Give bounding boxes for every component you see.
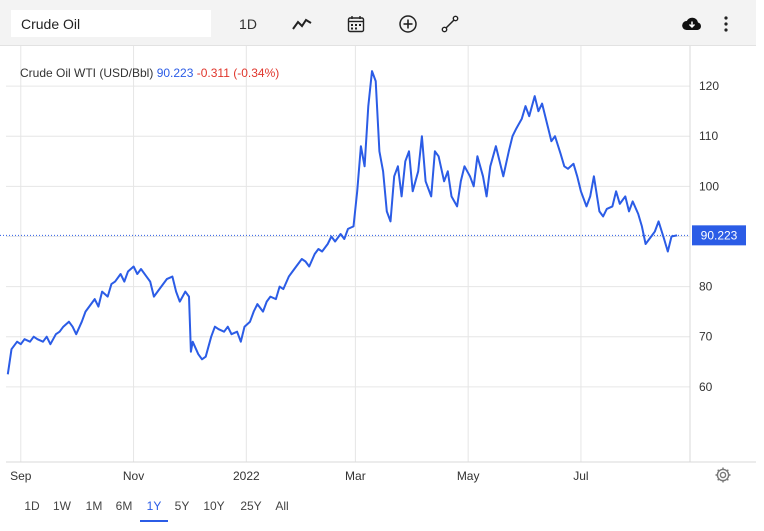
y-tick-label: 120 — [699, 79, 719, 93]
chart-legend: Crude Oil WTI (USD/Bbl) 90.223 -0.311 (-… — [20, 66, 279, 80]
price-series-line[interactable] — [6, 70, 678, 375]
y-tick-label: 60 — [699, 380, 713, 394]
x-axis: Sep Nov 2022 Mar May Jul — [10, 469, 588, 483]
last-price-label: 90.223 — [692, 225, 746, 246]
x-tick-label: 2022 — [233, 469, 260, 483]
range-button-1d[interactable]: 1D — [18, 496, 46, 516]
active-range-indicator — [140, 520, 168, 522]
range-selector: 1D 1W 1M 6M 1Y 5Y 10Y 25Y All — [0, 488, 756, 528]
last-price-label-text: 90.223 — [701, 228, 738, 242]
x-tick-label: Jul — [573, 469, 588, 483]
x-tick-label: Nov — [123, 469, 144, 483]
y-tick-label: 70 — [699, 330, 713, 344]
gear-icon[interactable] — [714, 466, 732, 484]
x-tick-label: Sep — [10, 469, 32, 483]
x-tick-label: May — [457, 469, 480, 483]
chart-grid — [6, 46, 690, 462]
legend-price: 90.223 — [156, 66, 194, 80]
y-tick-label: 100 — [699, 179, 719, 193]
range-button-10y[interactable]: 10Y — [198, 496, 230, 516]
range-button-all[interactable]: All — [268, 496, 296, 516]
range-button-1m[interactable]: 1M — [80, 496, 108, 516]
y-tick-label: 110 — [699, 129, 718, 143]
range-button-6m[interactable]: 6M — [110, 496, 138, 516]
range-button-5y[interactable]: 5Y — [168, 496, 196, 516]
legend-change: -0.311 (-0.34%) — [196, 66, 280, 80]
legend-series-name: Crude Oil WTI (USD/Bbl) — [20, 66, 154, 80]
range-button-1w[interactable]: 1W — [48, 496, 76, 516]
range-button-1y[interactable]: 1Y — [140, 496, 168, 516]
y-tick-label: 80 — [699, 280, 713, 294]
range-button-25y[interactable]: 25Y — [235, 496, 267, 516]
x-tick-label: Mar — [345, 469, 366, 483]
